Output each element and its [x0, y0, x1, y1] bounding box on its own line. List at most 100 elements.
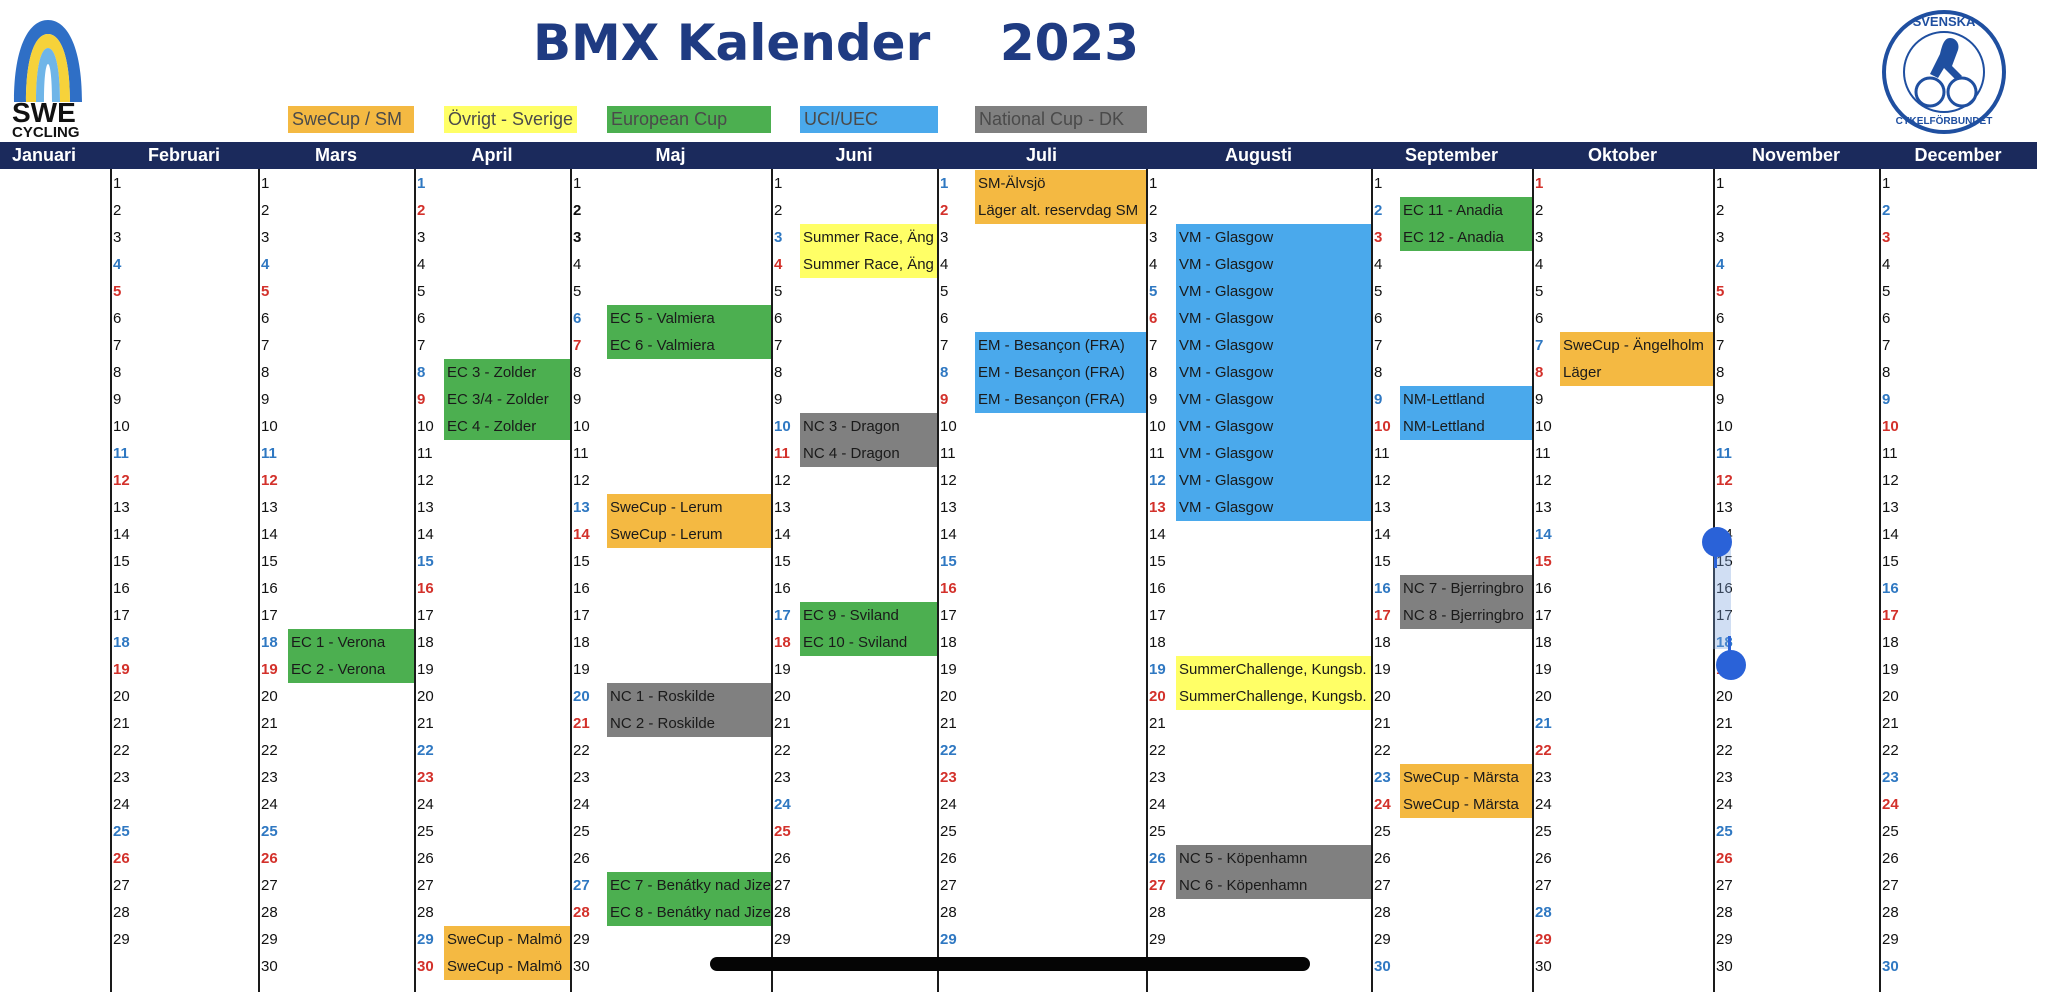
calendar-event[interactable]: VM - Glasgow	[1176, 251, 1371, 278]
day-number: 21	[774, 715, 791, 732]
calendar-event[interactable]: Summer Race, Äng	[800, 224, 937, 251]
day-number: 1	[940, 175, 949, 192]
day-number: 13	[774, 499, 791, 516]
selection-handle-end[interactable]	[1716, 650, 1746, 680]
day-number: 25	[417, 823, 434, 840]
day-number: 2	[1716, 202, 1725, 219]
calendar-event[interactable]: EC 12 - Anadia	[1400, 224, 1532, 251]
day-number: 22	[1716, 742, 1733, 759]
day-number: 17	[774, 607, 791, 624]
day-number: 23	[1374, 769, 1391, 786]
day-number: 5	[774, 283, 783, 300]
calendar-event[interactable]: Läger alt. reservdag SM	[975, 197, 1146, 224]
calendar-event[interactable]: NM-Lettland	[1400, 386, 1532, 413]
day-number: 2	[1149, 202, 1158, 219]
calendar-event[interactable]: NC 1 - Roskilde	[607, 683, 771, 710]
calendar-event[interactable]: NC 4 - Dragon	[800, 440, 937, 467]
month-divider-line	[937, 169, 939, 992]
day-number: 16	[774, 580, 791, 597]
calendar-event[interactable]: EC 7 - Benátky nad Jizer	[607, 872, 771, 899]
day-number: 18	[1149, 634, 1166, 651]
day-number: 14	[1149, 526, 1166, 543]
day-number: 2	[774, 202, 783, 219]
legend-uci-label: UCI/UEC	[804, 109, 879, 129]
day-number: 20	[113, 688, 130, 705]
calendar-event[interactable]: SM-Älvsjö	[975, 170, 1146, 197]
calendar-event[interactable]: SummerChallenge, Kungsb.	[1176, 683, 1371, 710]
day-number: 5	[940, 283, 949, 300]
calendar-event[interactable]: NC 5 - Köpenhamn	[1176, 845, 1371, 872]
day-number: 9	[1535, 391, 1544, 408]
calendar-event[interactable]: SweCup - Malmö	[444, 926, 570, 953]
calendar-event[interactable]: Läger	[1560, 359, 1713, 386]
calendar-event[interactable]: VM - Glasgow	[1176, 386, 1371, 413]
selection-handle-start[interactable]	[1702, 527, 1732, 557]
calendar-event[interactable]: NM-Lettland	[1400, 413, 1532, 440]
day-number: 12	[1374, 472, 1391, 489]
calendar-event[interactable]: SweCup - Malmö	[444, 953, 570, 980]
month-divider-line	[1879, 169, 1881, 992]
day-number: 4	[113, 256, 122, 273]
calendar-event[interactable]: EC 1 - Verona	[288, 629, 414, 656]
calendar-event[interactable]: EC 6 - Valmiera	[607, 332, 771, 359]
calendar-event[interactable]: EC 9 - Sviland	[800, 602, 937, 629]
day-number: 18	[774, 634, 791, 651]
day-number: 18	[1374, 634, 1391, 651]
calendar-event[interactable]: NC 2 - Roskilde	[607, 710, 771, 737]
calendar-event[interactable]: VM - Glasgow	[1176, 224, 1371, 251]
day-number: 22	[113, 742, 130, 759]
day-number: 17	[1149, 607, 1166, 624]
day-number: 15	[940, 553, 957, 570]
day-number: 28	[113, 904, 130, 921]
calendar-event[interactable]: VM - Glasgow	[1176, 359, 1371, 386]
day-number: 15	[1374, 553, 1391, 570]
calendar-event[interactable]: EC 3/4 - Zolder	[444, 386, 570, 413]
calendar-event[interactable]: EC 10 - Sviland	[800, 629, 937, 656]
calendar-event[interactable]: Summer Race, Äng	[800, 251, 937, 278]
day-number: 9	[113, 391, 122, 408]
calendar-event[interactable]: EC 11 - Anadia	[1400, 197, 1532, 224]
day-number: 3	[774, 229, 783, 246]
day-number: 20	[774, 688, 791, 705]
calendar-event[interactable]: NC 7 - Bjerringbro	[1400, 575, 1532, 602]
calendar-event[interactable]: VM - Glasgow	[1176, 332, 1371, 359]
calendar-event[interactable]: EM - Besançon (FRA)	[975, 332, 1146, 359]
legend-ovrigt: Övrigt - Sverige	[444, 106, 577, 133]
calendar-event[interactable]: EM - Besançon (FRA)	[975, 359, 1146, 386]
calendar-event[interactable]: VM - Glasgow	[1176, 278, 1371, 305]
calendar-event[interactable]: SummerChallenge, Kungsb.	[1176, 656, 1371, 683]
day-number: 25	[774, 823, 791, 840]
calendar-event[interactable]: NC 3 - Dragon	[800, 413, 937, 440]
calendar-event[interactable]: EC 4 - Zolder	[444, 413, 570, 440]
calendar-event[interactable]: EC 3 - Zolder	[444, 359, 570, 386]
calendar-event[interactable]: SweCup - Ängelholm	[1560, 332, 1713, 359]
day-number: 4	[940, 256, 949, 273]
calendar-event[interactable]: SweCup - Lerum	[607, 494, 771, 521]
day-number: 22	[417, 742, 434, 759]
day-number: 22	[261, 742, 278, 759]
day-number: 4	[774, 256, 783, 273]
calendar-event[interactable]: VM - Glasgow	[1176, 494, 1371, 521]
calendar-event[interactable]: SweCup - Märsta	[1400, 764, 1532, 791]
calendar-event[interactable]: SweCup - Märsta	[1400, 791, 1532, 818]
calendar-event[interactable]: VM - Glasgow	[1176, 413, 1371, 440]
home-indicator[interactable]	[710, 957, 1310, 971]
calendar-event[interactable]: EC 2 - Verona	[288, 656, 414, 683]
calendar-event[interactable]: VM - Glasgow	[1176, 305, 1371, 332]
calendar-event[interactable]: NC 8 - Bjerringbro	[1400, 602, 1532, 629]
calendar-event[interactable]: EC 5 - Valmiera	[607, 305, 771, 332]
day-number: 30	[1716, 958, 1733, 975]
calendar-event[interactable]: EC 8 - Benátky nad Jizer	[607, 899, 771, 926]
calendar-event[interactable]: SweCup - Lerum	[607, 521, 771, 548]
calendar-event[interactable]: VM - Glasgow	[1176, 440, 1371, 467]
day-number: 30	[1535, 958, 1552, 975]
day-number: 30	[417, 958, 434, 975]
calendar-event[interactable]: EM - Besançon (FRA)	[975, 386, 1146, 413]
day-number: 7	[113, 337, 122, 354]
calendar-event[interactable]: VM - Glasgow	[1176, 467, 1371, 494]
month-divider-line	[258, 169, 260, 992]
calendar-event[interactable]: NC 6 - Köpenhamn	[1176, 872, 1371, 899]
day-number: 1	[1716, 175, 1725, 192]
day-number: 13	[940, 499, 957, 516]
day-number: 29	[113, 931, 130, 948]
